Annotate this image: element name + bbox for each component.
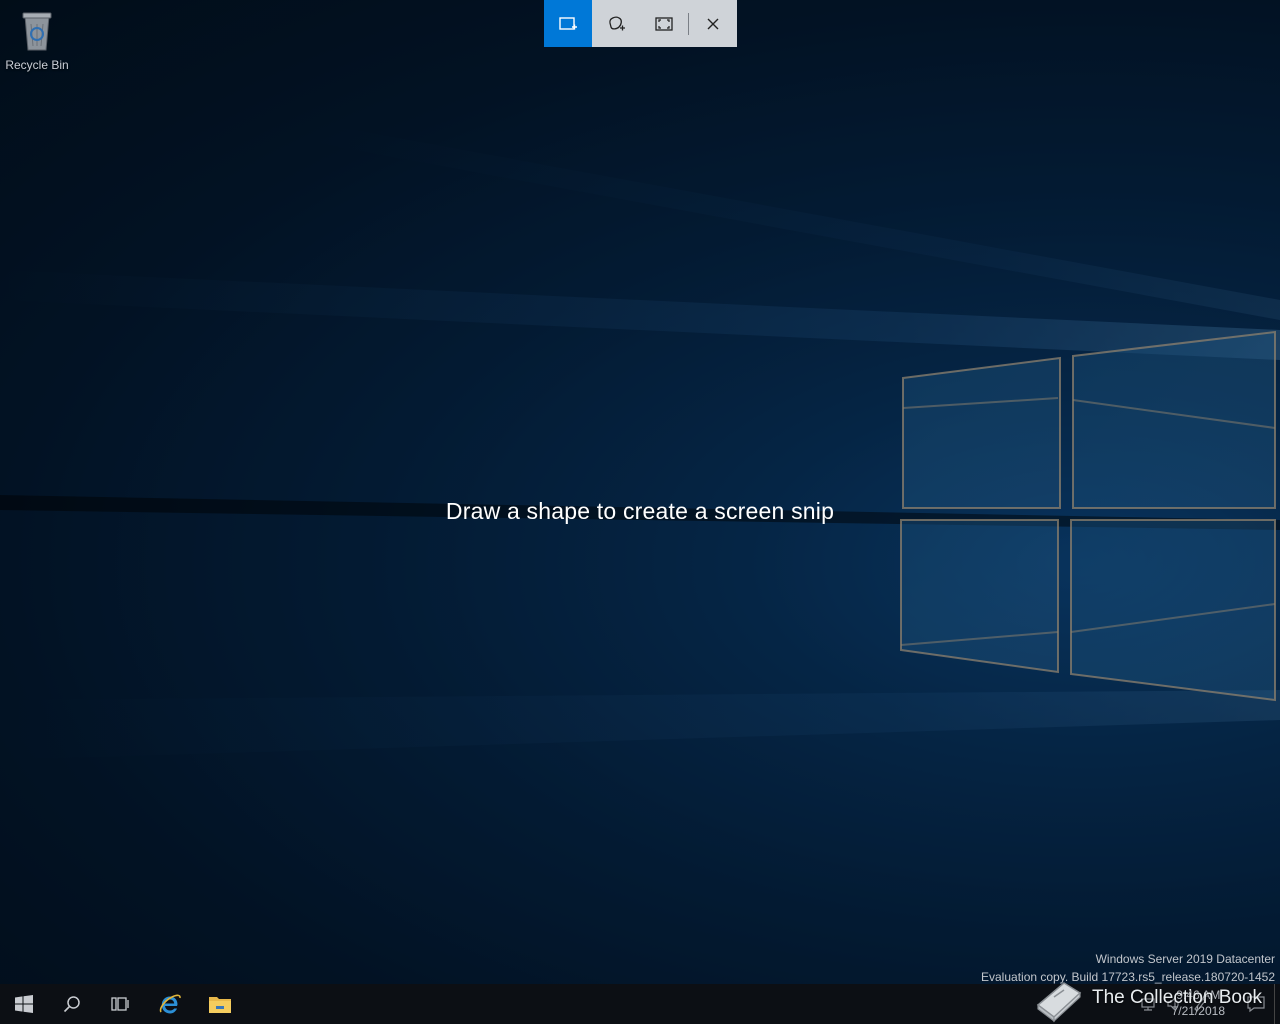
freeform-snip-icon [609,16,625,30]
task-view-button[interactable] [96,984,144,1024]
os-watermark: Windows Server 2019 Datacenter Evaluatio… [981,950,1275,986]
snip-instruction-text: Draw a shape to create a screen snip [445,498,835,524]
task-view-icon [111,997,129,1011]
desktop: Recycle Bin Draw a shape to create a scr… [0,0,1280,1024]
fullscreen-snip-icon [655,16,673,31]
folder-icon [209,997,231,1013]
snip-toolbar [544,0,737,47]
recycle-bin-label: Recycle Bin [5,58,69,72]
system-tray: 9:46 AM 7/21/2018 [1080,984,1280,1024]
file-explorer-button[interactable] [196,984,244,1024]
recycle-bin-icon [13,6,61,54]
windows-logo-icon [15,995,33,1013]
notification-icon [1247,996,1265,1013]
show-desktop-button[interactable] [1274,984,1280,1024]
close-icon [707,18,719,29]
freeform-snip-button[interactable] [592,0,640,47]
taskbar: 9:46 AM 7/21/2018 [0,984,1280,1024]
recycle-bin-shortcut[interactable]: Recycle Bin [2,6,72,76]
taskbar-clock[interactable]: 9:46 AM 7/21/2018 [1172,987,1225,1019]
close-snip-button[interactable] [689,0,737,47]
start-button[interactable] [0,984,48,1024]
clock-date: 7/21/2018 [1171,1004,1225,1018]
internet-explorer-icon [159,994,181,1014]
network-icon[interactable] [1140,996,1156,1012]
search-button[interactable] [48,984,96,1024]
watermark-edition: Windows Server 2019 Datacenter [1095,952,1275,966]
clock-time: 9:46 AM [1176,988,1221,1002]
action-center-button[interactable] [1246,995,1266,1013]
fullscreen-snip-button[interactable] [640,0,688,47]
rectangular-snip-button[interactable] [544,0,592,47]
rectangle-snip-icon [559,16,577,30]
search-icon [63,996,80,1013]
internet-explorer-button[interactable] [146,984,194,1024]
